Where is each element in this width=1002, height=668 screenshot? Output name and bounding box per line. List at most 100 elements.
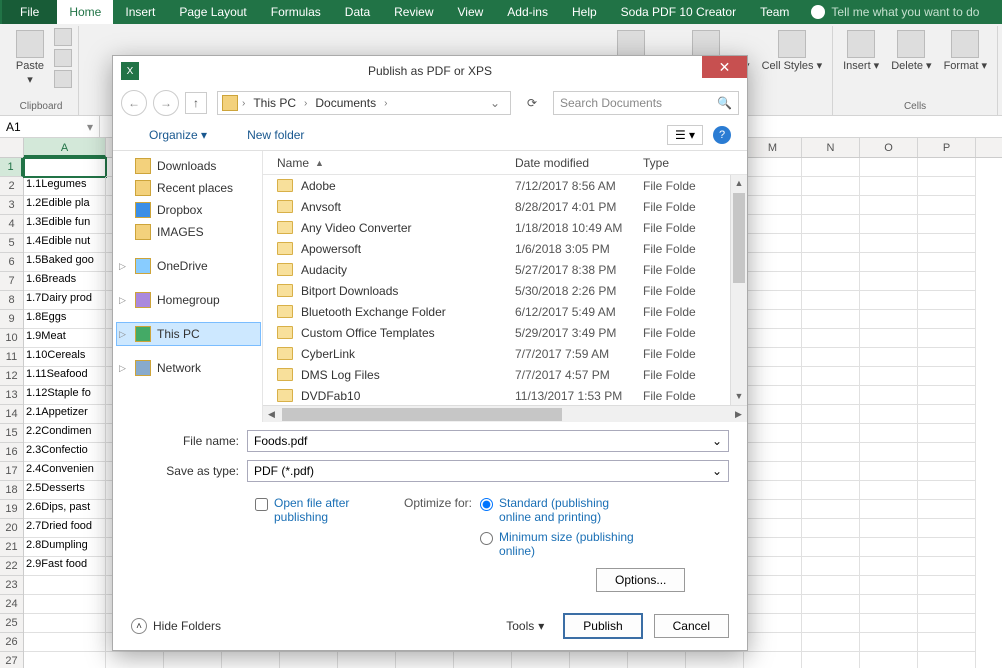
cell[interactable]: [744, 595, 802, 614]
column-header[interactable]: N: [802, 138, 860, 157]
cell[interactable]: [802, 538, 860, 557]
scroll-up-icon[interactable]: ▲: [731, 175, 747, 192]
cell[interactable]: [860, 291, 918, 310]
row-header[interactable]: 7: [0, 272, 23, 291]
cell[interactable]: [918, 348, 976, 367]
tab-formulas[interactable]: Formulas: [259, 0, 333, 24]
tree-node[interactable]: ▷Network: [117, 357, 260, 379]
cell[interactable]: [802, 481, 860, 500]
cell[interactable]: [628, 652, 686, 668]
row-header[interactable]: 5: [0, 234, 23, 253]
tree-node[interactable]: Dropbox: [117, 199, 260, 221]
cell[interactable]: [802, 462, 860, 481]
tab-page-layout[interactable]: Page Layout: [167, 0, 258, 24]
row-header[interactable]: 26: [0, 633, 23, 652]
open-after-checkbox[interactable]: Open file after publishing: [255, 496, 374, 524]
cell[interactable]: [106, 652, 164, 668]
cell[interactable]: 1.11Seafood: [24, 367, 106, 386]
cell[interactable]: [802, 576, 860, 595]
cell[interactable]: [744, 576, 802, 595]
file-row[interactable]: Custom Office Templates5/29/2017 3:49 PM…: [263, 322, 747, 343]
row-header[interactable]: 12: [0, 367, 23, 386]
cell[interactable]: [744, 519, 802, 538]
cell[interactable]: [280, 652, 338, 668]
cell[interactable]: [570, 652, 628, 668]
cell[interactable]: [744, 215, 802, 234]
cell[interactable]: [744, 234, 802, 253]
cell[interactable]: [802, 329, 860, 348]
cell[interactable]: [802, 272, 860, 291]
row-header[interactable]: 4: [0, 215, 23, 234]
cell[interactable]: [918, 481, 976, 500]
cell[interactable]: [918, 405, 976, 424]
cell[interactable]: [860, 652, 918, 668]
cell[interactable]: [918, 614, 976, 633]
cell[interactable]: [744, 158, 802, 177]
tab-insert[interactable]: Insert: [113, 0, 167, 24]
cell[interactable]: [802, 652, 860, 668]
cell[interactable]: 1.10Cereals: [24, 348, 106, 367]
cell[interactable]: [860, 196, 918, 215]
expand-icon[interactable]: ▷: [119, 295, 126, 306]
breadcrumb-segment[interactable]: This PC: [249, 96, 300, 110]
cell[interactable]: [860, 405, 918, 424]
cell[interactable]: [860, 538, 918, 557]
row-header[interactable]: 9: [0, 310, 23, 329]
cell[interactable]: 1.6Breads: [24, 272, 106, 291]
view-mode-button[interactable]: ☰ ▾: [667, 125, 703, 145]
scroll-left-icon[interactable]: ◀: [263, 409, 280, 420]
help-button[interactable]: ?: [713, 126, 731, 144]
cell[interactable]: [918, 519, 976, 538]
cell[interactable]: [860, 557, 918, 576]
cell[interactable]: [744, 462, 802, 481]
horizontal-scrollbar[interactable]: ◀ ▶: [263, 405, 747, 422]
cell[interactable]: [860, 386, 918, 405]
cell[interactable]: [802, 310, 860, 329]
cell[interactable]: [802, 348, 860, 367]
cell[interactable]: [860, 462, 918, 481]
cell[interactable]: [918, 424, 976, 443]
cell[interactable]: [860, 614, 918, 633]
cell[interactable]: [802, 291, 860, 310]
delete-cells-button[interactable]: Delete ▾: [887, 28, 935, 74]
cell[interactable]: [24, 633, 106, 652]
cell[interactable]: [860, 348, 918, 367]
file-row[interactable]: CyberLink7/7/2017 7:59 AMFile Folde: [263, 343, 747, 364]
cell[interactable]: [396, 652, 454, 668]
optimize-standard-radio[interactable]: Standard (publishing online and printing…: [480, 496, 685, 524]
cell[interactable]: [802, 500, 860, 519]
nav-back-button[interactable]: ←: [121, 90, 147, 116]
expand-icon[interactable]: ▷: [119, 261, 126, 272]
row-header[interactable]: 23: [0, 576, 23, 595]
cell[interactable]: [918, 253, 976, 272]
cell[interactable]: [918, 177, 976, 196]
organize-button[interactable]: Organize ▾: [149, 128, 207, 142]
row-header[interactable]: 10: [0, 329, 23, 348]
tab-home[interactable]: Home: [57, 0, 113, 24]
column-date[interactable]: Date modified: [515, 156, 643, 170]
cell[interactable]: [860, 310, 918, 329]
cell[interactable]: [918, 272, 976, 291]
file-row[interactable]: Bluetooth Exchange Folder6/12/2017 5:49 …: [263, 301, 747, 322]
tab-data[interactable]: Data: [333, 0, 382, 24]
cell[interactable]: [744, 443, 802, 462]
cell[interactable]: [744, 481, 802, 500]
row-header[interactable]: 24: [0, 595, 23, 614]
cell[interactable]: [860, 177, 918, 196]
cell[interactable]: [24, 595, 106, 614]
cell[interactable]: [24, 614, 106, 633]
cell[interactable]: [918, 291, 976, 310]
cell[interactable]: [512, 652, 570, 668]
scroll-thumb[interactable]: [282, 408, 562, 421]
cell[interactable]: [860, 500, 918, 519]
row-header[interactable]: 21: [0, 538, 23, 557]
name-box[interactable]: A1▾: [0, 116, 100, 137]
tab-addins[interactable]: Add-ins: [495, 0, 560, 24]
cell[interactable]: [918, 234, 976, 253]
tree-node[interactable]: Recent places: [117, 177, 260, 199]
file-row[interactable]: Audacity5/27/2017 8:38 PMFile Folde: [263, 259, 747, 280]
cell[interactable]: [860, 367, 918, 386]
select-all-corner[interactable]: [0, 138, 24, 157]
cell[interactable]: [222, 652, 280, 668]
cell[interactable]: [24, 576, 106, 595]
